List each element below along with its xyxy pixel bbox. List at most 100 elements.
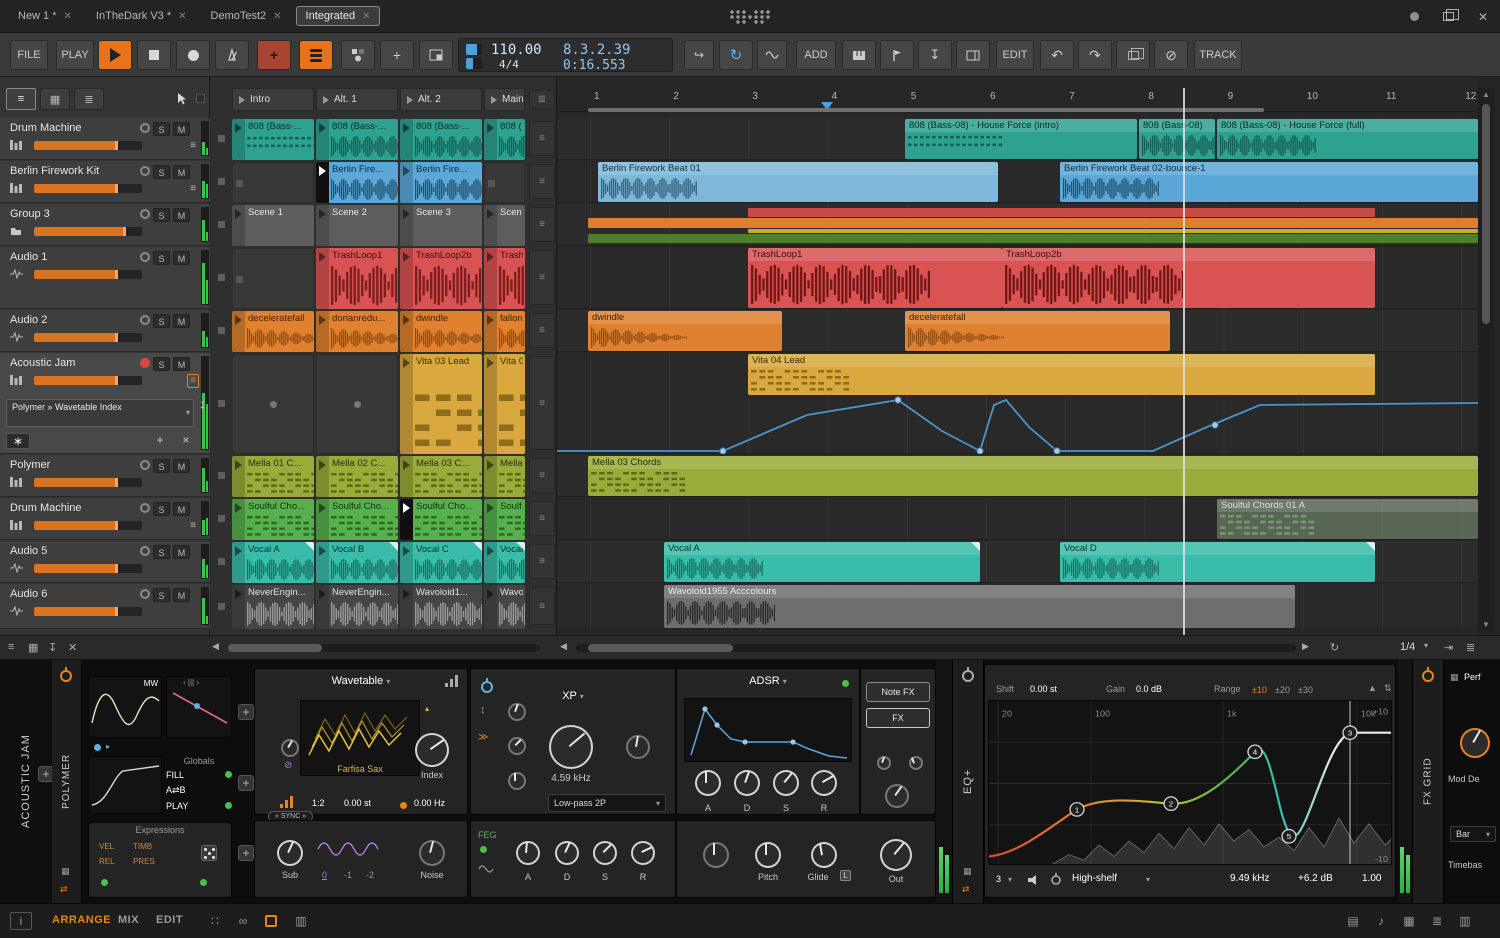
- volume-fader[interactable]: [34, 270, 142, 279]
- takes-icon[interactable]: ≡: [529, 587, 555, 625]
- phase-mod-icon[interactable]: ⊘: [284, 760, 292, 771]
- track-row-berlin-firework-kit-1[interactable]: Berlin Firework Kit S M ≡: [0, 161, 210, 203]
- metronome-button[interactable]: [215, 40, 249, 70]
- arranger-clip-soulful-chords-01-a[interactable]: Soulful Chords 01 A: [1217, 499, 1478, 539]
- clip-play-icon[interactable]: [484, 456, 497, 497]
- osc-ratio-value[interactable]: 1:2: [312, 798, 325, 808]
- playhead[interactable]: [1183, 88, 1185, 635]
- takes-icon[interactable]: ≡: [529, 313, 555, 348]
- clip-stop-button[interactable]: [210, 161, 232, 202]
- ab-toggle[interactable]: A⇄B: [166, 785, 232, 796]
- instrument-browser-button[interactable]: [842, 40, 876, 70]
- expression-burst-icon[interactable]: ∗: [6, 433, 30, 449]
- launcher-clip-vocal-b[interactable]: Vocal B: [316, 542, 398, 583]
- eq-curve[interactable]: 1245320 100 1k 10k+10-10: [989, 701, 1392, 865]
- clip-slot-empty[interactable]: [316, 354, 398, 454]
- duplicate-button[interactable]: [1116, 40, 1150, 70]
- scroll-up-icon[interactable]: ▲: [1482, 90, 1490, 99]
- tab-demotest2[interactable]: DemoTest2 ✕: [201, 6, 292, 26]
- env-display[interactable]: [684, 698, 852, 762]
- clip-play-icon[interactable]: [484, 354, 497, 454]
- snap-grid-value[interactable]: 1/4: [1400, 641, 1415, 653]
- loop-button[interactable]: ↻: [719, 40, 753, 70]
- automation-follow-button[interactable]: ↪: [684, 40, 714, 70]
- tab-integrated[interactable]: Integrated ✕: [295, 6, 381, 26]
- eq-range-20[interactable]: ±20: [1275, 685, 1290, 695]
- dice-icon[interactable]: [201, 845, 217, 861]
- view-button-arrange[interactable]: ARRANGE: [52, 914, 111, 926]
- eq-band-dropdown-icon[interactable]: ▾: [1008, 875, 1012, 884]
- wavetable-display[interactable]: Farfisa Sax: [300, 700, 420, 776]
- polymer-device-strip[interactable]: POLYMER ▦ ⇄: [52, 660, 82, 903]
- layers-icon[interactable]: ≡: [187, 139, 199, 153]
- sub-octave-2[interactable]: -2: [366, 870, 374, 880]
- clip-overdub-button[interactable]: [341, 40, 375, 70]
- volume-fader[interactable]: [34, 333, 142, 342]
- snap-dropdown-icon[interactable]: ▾: [1424, 641, 1428, 650]
- takes-icon[interactable]: ≡: [529, 544, 555, 579]
- launcher-clip-deceleratefall[interactable]: deceleratefall: [232, 311, 314, 352]
- clip-slot-empty[interactable]: [232, 354, 314, 454]
- ratio-steps-icon[interactable]: [280, 796, 294, 808]
- import-button[interactable]: ↧: [918, 40, 952, 70]
- pin-icon[interactable]: ↧: [199, 401, 207, 412]
- mute-button[interactable]: M: [173, 502, 190, 516]
- launcher-clip-soulful-cho[interactable]: Soulful Cho...: [316, 499, 398, 540]
- stop-button[interactable]: [137, 40, 171, 70]
- scene-header-intro[interactable]: Intro: [232, 88, 314, 111]
- clip-play-icon[interactable]: [232, 456, 245, 497]
- time-display[interactable]: 0:16.553: [563, 58, 626, 73]
- filter-cutoff-knob[interactable]: [549, 725, 593, 769]
- fxgrid-mod-knob[interactable]: [1460, 728, 1490, 758]
- panel-io-icon[interactable]: ▤: [1342, 912, 1364, 930]
- clip-play-icon[interactable]: [484, 499, 497, 540]
- solo-button[interactable]: S: [153, 314, 170, 328]
- launcher-clip-trashloop1[interactable]: TrashLoop1: [316, 248, 398, 309]
- monitor-button[interactable]: [140, 123, 150, 133]
- clip-play-icon[interactable]: [400, 585, 413, 629]
- position-display[interactable]: 8.3.2.39: [563, 42, 630, 58]
- clip-play-icon[interactable]: [484, 119, 497, 160]
- launcher-clip-soulful-cho[interactable]: Soulful Cho...: [400, 499, 482, 540]
- clip-stop-button[interactable]: [210, 353, 232, 453]
- mute-button[interactable]: M: [173, 208, 190, 222]
- arranger-clip-trashloop1[interactable]: TrashLoop1: [748, 248, 1002, 308]
- tab-close-icon[interactable]: ✕: [178, 11, 186, 22]
- eq-modulators-icon[interactable]: ⇄: [962, 884, 970, 895]
- volume-fader[interactable]: [34, 227, 142, 236]
- mute-button[interactable]: M: [173, 122, 190, 136]
- clip-stop-button[interactable]: [210, 204, 232, 245]
- clip-stop-button[interactable]: [210, 584, 232, 628]
- launcher-clip-dorianredu[interactable]: dorianredu...: [316, 311, 398, 352]
- arranger-clip-808-bass-08[interactable]: 808 (Bass-08): [1139, 119, 1215, 159]
- filter-cutoff-value[interactable]: 4.59 kHz: [541, 773, 601, 784]
- fx-mix-knob[interactable]: [885, 784, 909, 808]
- launcher-clip-808[interactable]: 808 (: [484, 119, 525, 160]
- device-chooser[interactable]: Polymer » Wavetable Index ▾: [6, 399, 194, 427]
- tempo-display[interactable]: 110.00: [491, 42, 542, 58]
- cue-marker-button[interactable]: [880, 40, 914, 70]
- fx-tab[interactable]: FX: [866, 708, 930, 728]
- clip-play-icon[interactable]: [316, 311, 329, 352]
- launcher-clip-vita-03-lead[interactable]: Vita 03 Lead: [400, 354, 482, 454]
- play-menu-button[interactable]: PLAY: [56, 40, 94, 70]
- eq-shift-value[interactable]: 0.00 st: [1030, 684, 1057, 694]
- eq-band-power[interactable]: [1051, 872, 1061, 885]
- note-fx-tab[interactable]: Note FX: [866, 682, 930, 702]
- clip-play-icon[interactable]: [232, 499, 245, 540]
- monitor-button[interactable]: [140, 503, 150, 513]
- clip-play-icon[interactable]: [232, 585, 245, 629]
- filter-lfo-icon[interactable]: [478, 864, 494, 874]
- launcher-clip-scene-3[interactable]: Scene 3: [400, 205, 482, 246]
- clip-play-icon[interactable]: [400, 205, 413, 246]
- launcher-clip-berlin-fire[interactable]: Berlin Fire...: [400, 162, 482, 203]
- arranger-clip-trashloop2b[interactable]: TrashLoop2b: [1002, 248, 1375, 308]
- add-track-button[interactable]: ADD: [796, 40, 836, 70]
- add-module-button[interactable]: +: [238, 775, 254, 791]
- volume-fader[interactable]: [34, 376, 142, 385]
- monitor-button[interactable]: [140, 589, 150, 599]
- eq-listen-icon[interactable]: [1028, 875, 1040, 885]
- glide-knob[interactable]: [811, 842, 837, 868]
- clip-play-icon[interactable]: [316, 205, 329, 246]
- fx-send-knob-1[interactable]: [877, 756, 891, 770]
